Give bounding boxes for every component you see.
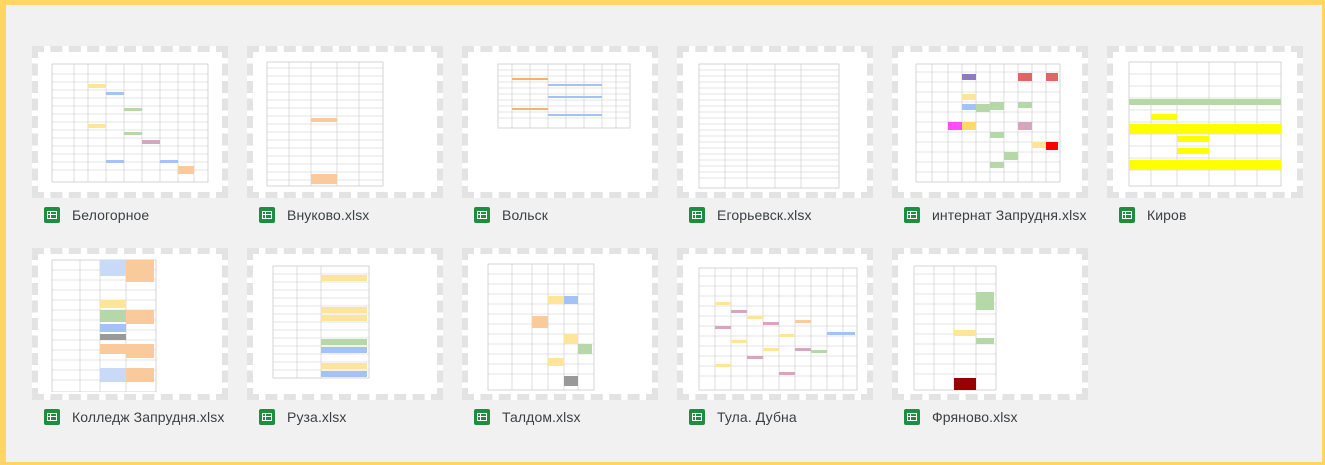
- file-name: Белогорное: [72, 207, 150, 223]
- file-thumbnail: [247, 46, 443, 198]
- google-sheets-icon: [259, 207, 275, 223]
- file-thumbnail: [677, 46, 873, 198]
- file-caption: Тула. Дубна: [689, 409, 797, 425]
- file-thumbnail: [892, 248, 1088, 400]
- file-thumbnail: [32, 46, 228, 198]
- file-caption: Колледж Запрудня.xlsx: [44, 409, 224, 425]
- file-name: Егорьевск.xlsx: [717, 207, 812, 223]
- file-caption: Фряново.xlsx: [904, 409, 1018, 425]
- file-name: Фряново.xlsx: [932, 409, 1018, 425]
- file-card[interactable]: Колледж Запрудня.xlsx: [32, 248, 228, 438]
- google-sheets-icon: [689, 409, 705, 425]
- file-name: Внуково.xlsx: [287, 207, 370, 223]
- file-card[interactable]: Вольск: [462, 46, 658, 236]
- file-thumbnail: [462, 248, 658, 400]
- google-sheets-icon: [259, 409, 275, 425]
- google-sheets-icon: [44, 409, 60, 425]
- file-name: интернат Запрудня.xlsx: [932, 207, 1087, 223]
- file-card[interactable]: Талдом.xlsx: [462, 248, 658, 438]
- file-thumbnail: [32, 248, 228, 400]
- file-name: Руза.xlsx: [287, 409, 347, 425]
- google-sheets-icon: [474, 207, 490, 223]
- file-card[interactable]: Фряново.xlsx: [892, 248, 1088, 438]
- file-thumbnail: [247, 248, 443, 400]
- file-caption: Егорьевск.xlsx: [689, 207, 812, 223]
- file-card[interactable]: Белогорное: [32, 46, 228, 236]
- file-caption: Вольск: [474, 207, 548, 223]
- file-grid-container: Белогорное Внуково.xlsx Вольск Егорьевск…: [0, 0, 1325, 465]
- file-card[interactable]: Руза.xlsx: [247, 248, 443, 438]
- file-thumbnail: [677, 248, 873, 400]
- file-grid: Белогорное Внуково.xlsx Вольск Егорьевск…: [32, 46, 1303, 438]
- file-name: Талдом.xlsx: [502, 409, 581, 425]
- file-name: Киров: [1147, 207, 1187, 223]
- file-thumbnail: [462, 46, 658, 198]
- file-caption: Талдом.xlsx: [474, 409, 581, 425]
- file-name: Вольск: [502, 207, 549, 223]
- file-caption: Руза.xlsx: [259, 409, 346, 425]
- google-sheets-icon: [689, 207, 705, 223]
- file-card[interactable]: интернат Запрудня.xlsx: [892, 46, 1088, 236]
- file-caption: Киров: [1119, 207, 1187, 223]
- file-caption: интернат Запрудня.xlsx: [904, 207, 1087, 223]
- google-sheets-icon: [1119, 207, 1135, 223]
- file-caption: Белогорное: [44, 207, 149, 223]
- file-name: Тула. Дубна: [717, 409, 797, 425]
- file-thumbnail: [1107, 46, 1303, 198]
- google-sheets-icon: [474, 409, 490, 425]
- google-sheets-icon: [904, 409, 920, 425]
- google-sheets-icon: [44, 207, 60, 223]
- file-card[interactable]: Киров: [1107, 46, 1303, 236]
- file-card[interactable]: Тула. Дубна: [677, 248, 873, 438]
- file-card[interactable]: Внуково.xlsx: [247, 46, 443, 236]
- file-name: Колледж Запрудня.xlsx: [72, 409, 225, 425]
- file-card[interactable]: Егорьевск.xlsx: [677, 46, 873, 236]
- file-caption: Внуково.xlsx: [259, 207, 369, 223]
- google-sheets-icon: [904, 207, 920, 223]
- file-thumbnail: [892, 46, 1088, 198]
